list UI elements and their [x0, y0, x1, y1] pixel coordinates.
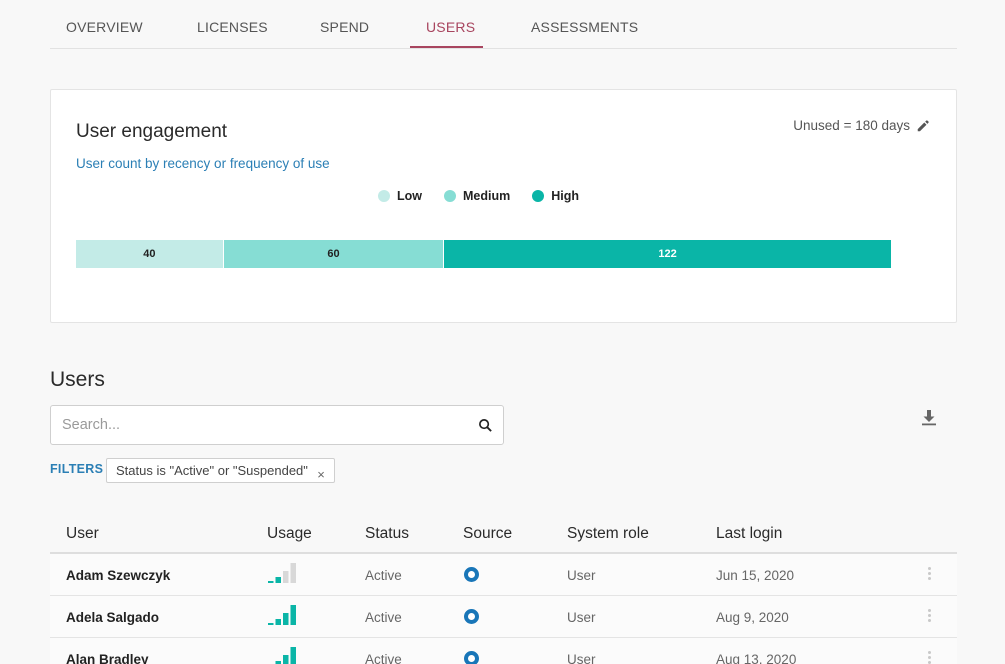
search-input[interactable] [62, 406, 462, 444]
usage-signal-icon [268, 563, 296, 583]
user-status: Active [365, 652, 402, 664]
close-icon[interactable]: × [317, 463, 325, 486]
user-last-login: Aug 13, 2020 [716, 652, 797, 664]
unused-setting: Unused = 180 days [793, 118, 930, 133]
user-role: User [567, 652, 596, 664]
tab-bar: OVERVIEW LICENSES SPEND USERS ASSESSMENT… [50, 0, 957, 49]
usage-bar [283, 655, 289, 664]
bar-segment-medium[interactable]: 60 [222, 240, 444, 268]
user-name[interactable]: Adela Salgado [66, 610, 159, 625]
user-role: User [567, 568, 596, 583]
legend-medium: Medium [443, 189, 511, 203]
legend-label-low: Low [396, 189, 422, 203]
column-header-user[interactable]: User [66, 525, 99, 543]
legend-dot-high [532, 190, 545, 202]
legend-dot-medium [443, 190, 456, 202]
usage-signal-icon [275, 647, 296, 664]
filter-chip-status[interactable]: Status is "Active" or "Suspended" × [106, 458, 335, 483]
engagement-title: User engagement [76, 121, 228, 142]
legend-label-medium: Medium [462, 189, 511, 203]
user-status: Active [365, 610, 402, 625]
usage-bar [268, 623, 274, 625]
usage-bar [283, 571, 289, 583]
filters-label[interactable]: FILTERS [50, 462, 103, 476]
search-box [50, 405, 504, 445]
legend-label-high: High [551, 189, 579, 203]
filter-chip-label: Status is "Active" or "Suspended" [116, 463, 308, 478]
usage-bar [290, 647, 296, 664]
source-ring-icon [464, 609, 479, 624]
unused-label: Unused = 180 days [793, 118, 910, 133]
engagement-stacked-bar: 40 60 122 [76, 240, 891, 268]
bar-label-medium: 60 [327, 248, 340, 260]
user-engagement-card: User engagement User count by recency or… [50, 89, 957, 323]
download-icon[interactable] [920, 408, 938, 426]
column-header-usage[interactable]: Usage [267, 525, 312, 543]
table-row[interactable]: Adam Szewczyk Active User Jun 15, 2020 [50, 554, 957, 596]
legend-high: High [532, 189, 579, 203]
bar-label-low: 40 [143, 248, 156, 260]
bar-segment-low[interactable]: 40 [76, 240, 223, 268]
user-last-login: Aug 9, 2020 [716, 610, 789, 625]
more-options-icon[interactable] [928, 609, 932, 625]
more-options-icon[interactable] [928, 651, 932, 664]
usage-bar [290, 605, 296, 625]
tab-assessments[interactable]: ASSESSMENTS [531, 19, 638, 35]
legend-dot-low [377, 190, 390, 202]
usage-bar [268, 581, 274, 583]
active-tab-indicator [410, 46, 483, 48]
users-table: User Usage Status Source System role Las… [50, 516, 957, 664]
usage-bar [275, 619, 281, 625]
search-icon[interactable] [478, 418, 493, 433]
usage-bar [275, 577, 281, 583]
source-ring-icon [464, 651, 479, 664]
column-header-status[interactable]: Status [365, 525, 409, 543]
users-heading: Users [50, 368, 105, 391]
column-header-source[interactable]: Source [463, 525, 512, 543]
tab-spend[interactable]: SPEND [320, 19, 369, 35]
user-name[interactable]: Alan Bradley [66, 652, 149, 664]
user-status: Active [365, 568, 402, 583]
chart-legend: Low Medium High [51, 189, 956, 203]
user-role: User [567, 610, 596, 625]
bar-label-high: 122 [658, 248, 677, 260]
column-header-system-role[interactable]: System role [567, 525, 649, 543]
source-ring-icon [464, 567, 479, 582]
table-row[interactable]: Adela Salgado Active User Aug 9, 2020 [50, 596, 957, 638]
usage-bar [283, 613, 289, 625]
usage-signal-icon [268, 605, 296, 625]
engagement-subtitle: User count by recency or frequency of us… [76, 156, 330, 171]
bar-segment-high[interactable]: 122 [443, 240, 891, 268]
column-header-last-login[interactable]: Last login [716, 525, 782, 543]
tab-licenses[interactable]: LICENSES [197, 19, 268, 35]
usage-bar [290, 563, 296, 583]
tab-overview[interactable]: OVERVIEW [66, 19, 143, 35]
pencil-icon[interactable] [916, 119, 930, 133]
table-row[interactable]: Alan Bradley Active User Aug 13, 2020 [50, 638, 957, 664]
tab-users[interactable]: USERS [426, 19, 475, 35]
table-header: User Usage Status Source System role Las… [50, 516, 957, 554]
more-options-icon[interactable] [928, 567, 932, 583]
user-name[interactable]: Adam Szewczyk [66, 568, 170, 583]
legend-low: Low [377, 189, 422, 203]
user-last-login: Jun 15, 2020 [716, 568, 795, 583]
